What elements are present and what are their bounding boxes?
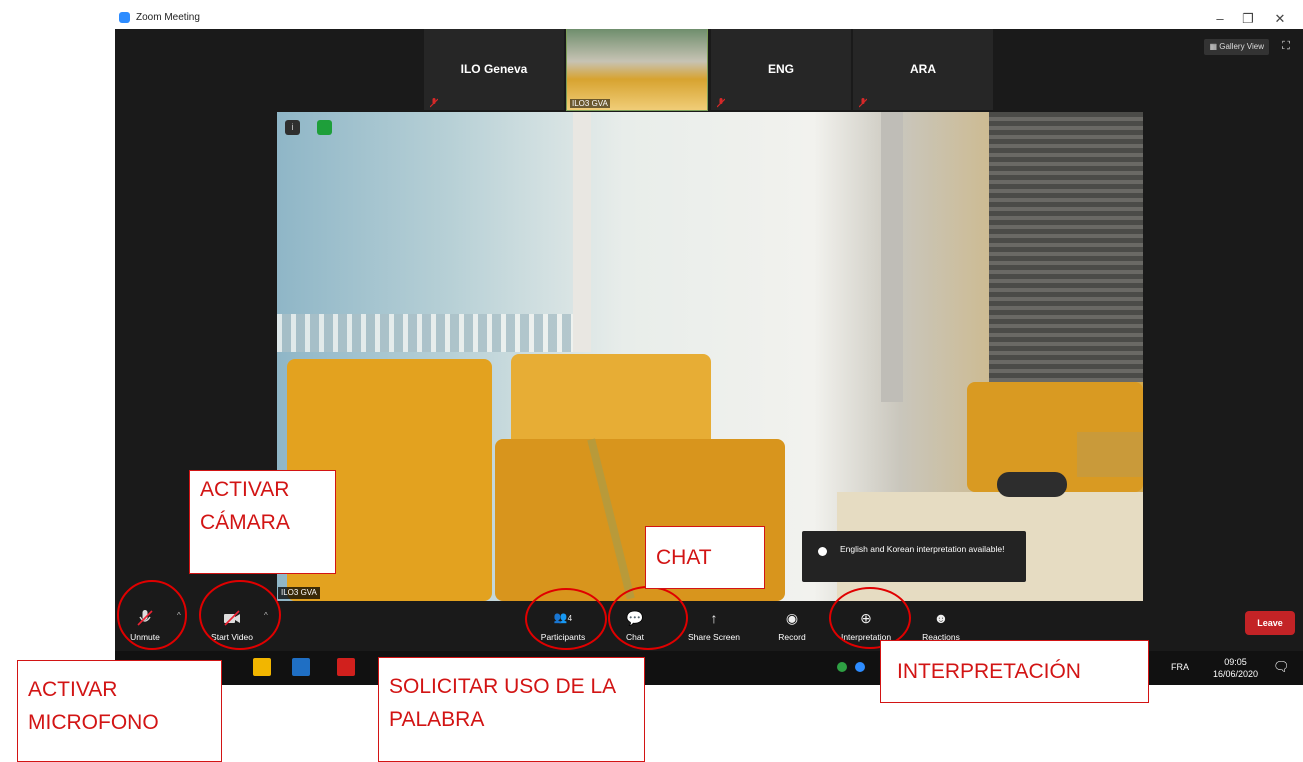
box (1077, 432, 1143, 477)
thumbnail-name: ARA (910, 62, 936, 76)
acrobat-icon[interactable] (337, 658, 355, 676)
thumbnail-ara[interactable]: ARA (853, 29, 993, 110)
window-frame (573, 112, 591, 352)
record-label: Record (778, 632, 806, 642)
close-button[interactable]: ✕ (1267, 9, 1293, 29)
thumbnail-eng[interactable]: ENG (711, 29, 851, 110)
share-screen-label: Share Screen (688, 632, 740, 642)
zoom-tray-icon[interactable] (855, 662, 865, 672)
window-frame (881, 112, 903, 402)
record-icon: ◉ (785, 610, 799, 626)
muted-mic-icon (859, 98, 867, 108)
leave-button[interactable]: Leave (1245, 611, 1295, 635)
annotation-activar-camara: ACTIVAR CÁMARA (189, 470, 336, 574)
video-participant-name: ILO3 GVA (278, 587, 320, 599)
file-explorer-icon[interactable] (253, 658, 271, 676)
outlook-icon[interactable] (292, 658, 310, 676)
share-screen-icon: ↑ (710, 610, 718, 626)
clock-date: 16/06/2020 (1213, 669, 1259, 679)
record-button[interactable]: ◉ Record (770, 601, 814, 651)
thumbnail-name: ILO Geneva (460, 62, 528, 76)
info-icon[interactable]: i (285, 120, 300, 135)
clock-time: 09:05 (1224, 657, 1247, 667)
annotation-solicitar-uso: SOLICITAR USO DE LA PALABRA (378, 657, 645, 762)
tooltip-text: English and Korean interpretation availa… (840, 544, 1005, 554)
fullscreen-icon[interactable]: ⛶ (1279, 39, 1293, 53)
highlight-unmute (117, 580, 187, 650)
shield-icon[interactable] (317, 120, 332, 135)
title-bar: Zoom Meeting – ❐ ✕ (115, 9, 1303, 29)
tray-icon[interactable] (837, 662, 847, 672)
notification-icon[interactable]: 🗨 (1273, 659, 1290, 675)
highlight-start-video (199, 580, 281, 650)
muted-mic-icon (430, 98, 438, 108)
annotation-chat: CHAT (645, 526, 765, 589)
annotation-activar-microfono: ACTIVAR MICROFONO (17, 660, 222, 762)
zoom-logo-icon (119, 12, 130, 23)
clock[interactable]: 09:05 16/06/2020 (1213, 656, 1258, 680)
language-indicator[interactable]: FRA (1171, 662, 1189, 672)
thumbnail-name: ENG (767, 62, 794, 76)
window-blinds (989, 112, 1143, 382)
thumbnail-ilo3-gva[interactable]: ILO3 GVA (566, 29, 708, 111)
gallery-view-button[interactable]: ▦ Gallery View (1204, 39, 1269, 55)
window-title: Zoom Meeting (136, 12, 200, 23)
minimize-button[interactable]: – (1207, 9, 1233, 29)
thumbnail-ilo-geneva[interactable]: ILO Geneva (424, 29, 564, 110)
headset (997, 472, 1067, 497)
smiley-icon: ☻ (933, 610, 949, 626)
highlight-participants (525, 588, 607, 650)
restore-button[interactable]: ❐ (1235, 9, 1261, 29)
share-screen-button[interactable]: ↑ Share Screen (682, 601, 746, 651)
interpretation-tooltip: English and Korean interpretation availa… (802, 531, 1026, 582)
balcony-rail (277, 314, 577, 352)
annotation-interpretacion: INTERPRETACIÓN (880, 640, 1149, 703)
globe-icon (818, 547, 827, 556)
muted-mic-icon (717, 98, 725, 108)
highlight-chat (608, 586, 688, 650)
gallery-view-label: Gallery View (1219, 42, 1264, 51)
thumbnail-name: ILO3 GVA (570, 99, 610, 108)
